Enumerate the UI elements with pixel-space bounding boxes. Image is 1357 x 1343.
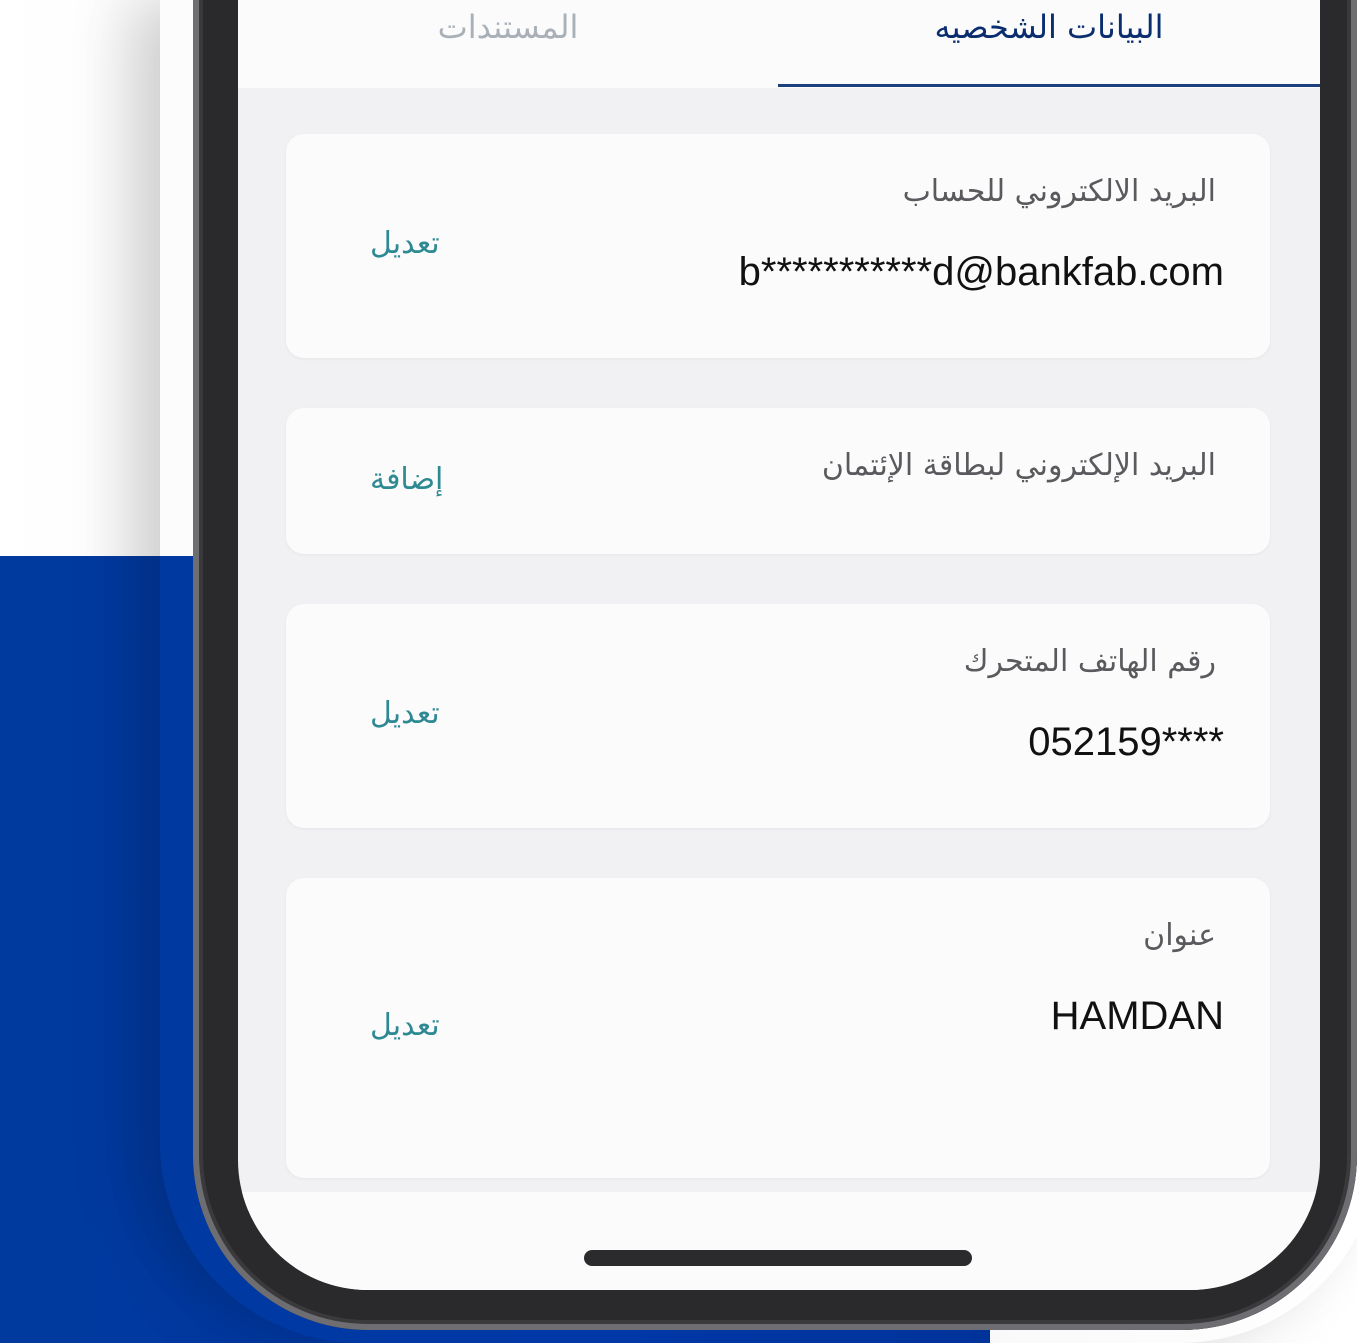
address-card: عنوان HAMDAN تعديل: [286, 878, 1270, 1178]
account-email-label: البريد الالكتروني للحساب: [902, 174, 1216, 209]
add-credit-card-email-link[interactable]: إضافة: [370, 462, 443, 497]
credit-card-email-label: البريد الإلكتروني لبطاقة الإئتمان: [821, 448, 1216, 483]
tab-documents-label: المستندات: [437, 8, 579, 46]
tab-personal-data-label: البيانات الشخصيه: [934, 8, 1164, 46]
edit-mobile-number-link[interactable]: تعديل: [370, 696, 440, 731]
home-indicator[interactable]: [584, 1250, 972, 1266]
address-label: عنوان: [1143, 918, 1216, 953]
credit-card-email-card: البريد الإلكتروني لبطاقة الإئتمان إضافة: [286, 408, 1270, 554]
tab-bar: المستندات البيانات الشخصيه: [238, 0, 1320, 88]
account-email-value: b***********d@bankfab.com: [738, 250, 1224, 294]
bottom-safe-area: [238, 1192, 1320, 1290]
mobile-number-card: رقم الهاتف المتحرك 052159**** تعديل: [286, 604, 1270, 828]
mobile-number-value: 052159****: [1028, 720, 1224, 764]
phone-screen: المستندات البيانات الشخصيه البريد الالكت…: [238, 0, 1320, 1290]
edit-address-link[interactable]: تعديل: [370, 1008, 440, 1043]
tab-documents[interactable]: المستندات: [238, 0, 778, 86]
mobile-number-label: رقم الهاتف المتحرك: [963, 644, 1216, 679]
active-tab-indicator: [778, 84, 1320, 87]
tab-personal-data[interactable]: البيانات الشخصيه: [778, 0, 1320, 86]
edit-account-email-link[interactable]: تعديل: [370, 226, 440, 261]
account-email-card: البريد الالكتروني للحساب b***********d@b…: [286, 134, 1270, 358]
address-value: HAMDAN: [1050, 994, 1224, 1038]
